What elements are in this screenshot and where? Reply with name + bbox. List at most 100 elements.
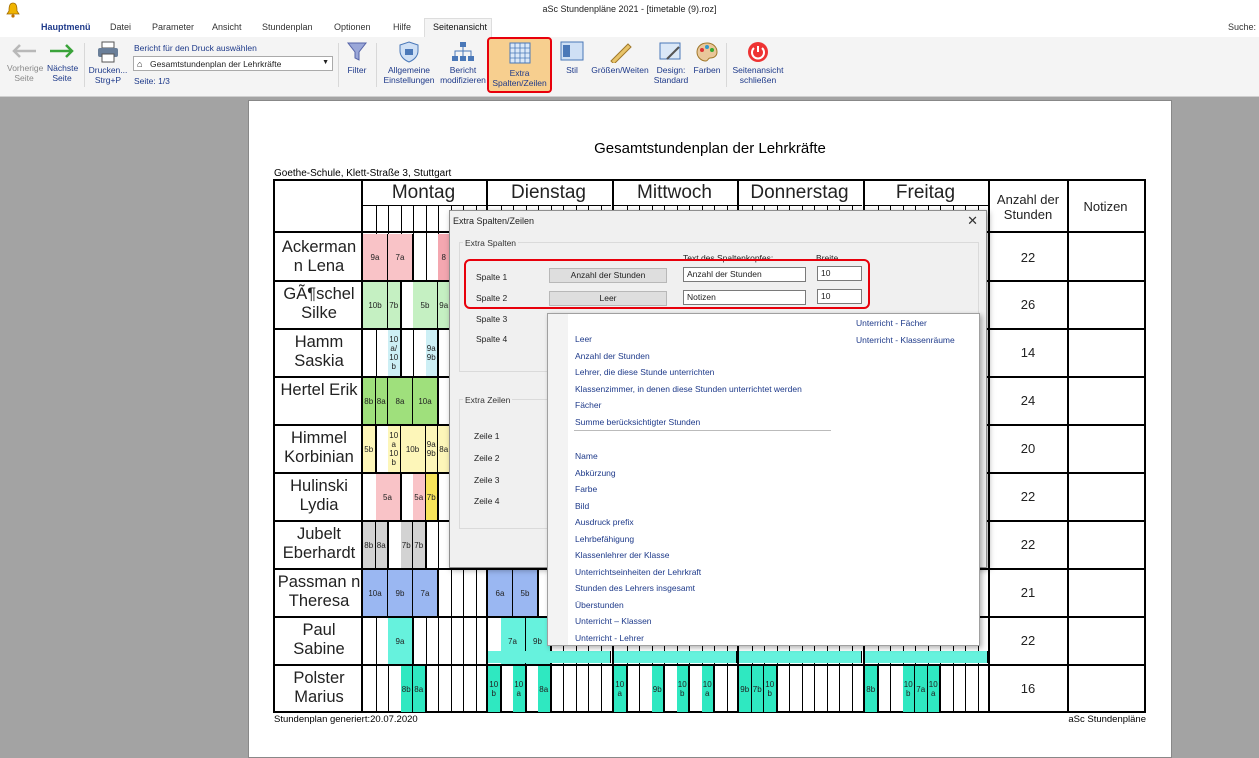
general-settings-label: Allgemeine Einstellungen <box>383 65 435 85</box>
lesson-cell: 10 a <box>614 666 627 712</box>
dropdown-item[interactable]: Name <box>575 451 598 461</box>
prev-page-button[interactable]: Vorherige Seite <box>4 43 44 83</box>
design-button[interactable]: Design: Standard <box>652 41 690 85</box>
close-icon[interactable]: ✕ <box>967 213 978 229</box>
dropdown-item[interactable]: Summe berücksichtigter Stunden <box>575 417 700 427</box>
period-header-line <box>614 205 737 206</box>
dropdown-item[interactable]: Lehrer, die diese Stunde unterrichten <box>575 367 714 377</box>
lesson-cell: 8b <box>865 666 878 712</box>
period-header-line <box>865 205 988 206</box>
dropdown-item[interactable]: Bild <box>575 501 589 511</box>
menu-hilfe[interactable]: Hilfe <box>393 22 411 32</box>
close-preview-button[interactable]: Seitenansicht schließen <box>730 41 786 85</box>
lesson-cell: 10a <box>363 570 388 616</box>
column-type-dropdown[interactable]: Leer Anzahl der Stunden Lehrer, die diese … <box>547 313 980 646</box>
lesson-cell: 9b <box>388 570 413 616</box>
printer-icon <box>98 41 118 63</box>
layout-icon <box>560 41 584 61</box>
lesson-cell: 8a <box>375 522 388 568</box>
close-preview-label: Seitenansicht schließen <box>732 65 784 85</box>
arrow-left-icon <box>12 44 36 58</box>
ribbon-separator <box>376 43 377 87</box>
dropdown-item[interactable]: Anzahl der Stunden <box>575 351 650 361</box>
row-1-label: Zeile 1 <box>474 431 500 441</box>
menu-datei[interactable]: Datei <box>110 22 131 32</box>
colors-label: Farben <box>693 65 721 75</box>
hours-count: 21 <box>1020 585 1036 600</box>
dropdown-item[interactable]: Überstunden <box>575 600 624 610</box>
style-button[interactable]: Stil <box>556 41 588 75</box>
lesson-cell: 7a <box>413 570 438 616</box>
period-divider <box>375 205 377 711</box>
sizes-button[interactable]: Größen/Weiten <box>588 41 652 75</box>
lesson-cell: 10 b <box>764 666 777 712</box>
style-label: Stil <box>566 65 578 75</box>
lesson-cell: 7b <box>751 666 764 712</box>
palette-icon <box>696 42 718 62</box>
design-label: Design: Standard <box>653 65 689 85</box>
lesson-cell: 7a <box>915 666 928 712</box>
modify-report-button[interactable]: Bericht modifizieren <box>438 41 488 85</box>
dropdown-item[interactable]: Leer <box>575 334 592 344</box>
lesson-cell: 10 a <box>513 666 526 712</box>
lesson-cell: 9b <box>651 666 664 712</box>
dropdown-item[interactable]: Fächer <box>575 400 601 410</box>
lesson-cell: 7a <box>388 234 413 280</box>
school-address: Goethe-Schule, Klett-Straße 3, Stuttgart <box>274 168 452 179</box>
dropdown-item[interactable]: Unterrichtseinheiten der Lehrkraft <box>575 567 701 577</box>
menu-seitenansicht[interactable]: Seitenansicht <box>433 22 487 32</box>
row-4-label: Zeile 4 <box>474 496 500 506</box>
menu-parameter[interactable]: Parameter <box>152 22 194 32</box>
ruler-icon <box>610 43 632 65</box>
lesson-cell: 8a <box>375 378 388 424</box>
dropdown-item[interactable]: Unterricht – Klassen <box>575 616 652 626</box>
dropdown-item[interactable]: Unterricht - Klassenräume <box>856 335 955 345</box>
dropdown-item[interactable]: Ausdruck prefix <box>575 517 634 527</box>
lesson-cell: 7b <box>413 522 426 568</box>
lesson-cell: 9a <box>363 234 388 280</box>
day-header: Mittwoch <box>637 182 712 203</box>
teacher-name: GÃ¶schel Silke <box>283 285 355 322</box>
next-page-button[interactable]: Nächste Seite <box>44 43 80 83</box>
teacher-name: Ackerman n Lena <box>281 238 357 275</box>
menu-stundenplan[interactable]: Stundenplan <box>262 22 313 32</box>
hours-count: 22 <box>1020 633 1036 648</box>
teacher-name: Passman n Theresa <box>277 573 361 610</box>
dropdown-item[interactable]: Klassenzimmer, in denen diese Stunden un… <box>575 384 802 394</box>
menu-optionen[interactable]: Optionen <box>334 22 371 32</box>
lesson-cell: 9a 9b <box>425 330 438 376</box>
col-count-header: Anzahl der Stunden <box>996 192 1060 222</box>
search-label[interactable]: Suche: <box>1228 22 1256 32</box>
general-settings-button[interactable]: Allgemeine Einstellungen <box>380 41 438 85</box>
highlight-box <box>464 259 870 309</box>
print-label: Drucken... <box>88 65 128 75</box>
hours-count: 22 <box>1020 489 1036 504</box>
menu-hauptmenu[interactable]: Hauptmenü <box>41 22 91 32</box>
dropdown-item[interactable]: Stunden des Lehrers insgesamt <box>575 583 695 593</box>
colors-button[interactable]: Farben <box>690 41 724 75</box>
lesson-band <box>739 651 862 663</box>
hours-count: 22 <box>1020 537 1036 552</box>
lesson-cell: 7b <box>400 522 413 568</box>
lesson-cell: 10b <box>400 426 426 472</box>
lesson-cell: 9a 9b <box>425 426 438 472</box>
day-header: Montag <box>391 182 456 203</box>
lesson-cell: 10 b <box>902 666 915 712</box>
row-2-label: Zeile 2 <box>474 453 500 463</box>
dropdown-item[interactable]: Farbe <box>575 484 597 494</box>
hours-count: 26 <box>1020 297 1036 312</box>
period-header-line <box>739 205 862 206</box>
lesson-cell: 10 a <box>927 666 940 712</box>
print-button[interactable]: Drucken... Strg+P <box>86 41 130 85</box>
dropdown-item[interactable]: Klassenlehrer der Klasse <box>575 550 670 560</box>
lesson-cell: 5b <box>363 426 376 472</box>
lesson-cell: 5a <box>413 474 426 520</box>
menu-ansicht[interactable]: Ansicht <box>212 22 242 32</box>
report-select[interactable]: ⌂ Gesamtstundenplan der Lehrkräfte ▼ <box>133 56 333 71</box>
dropdown-item[interactable]: Unterricht - Lehrer <box>575 633 644 643</box>
dropdown-item[interactable]: Lehrbefähigung <box>575 534 634 544</box>
dropdown-item[interactable]: Unterricht - Fächer <box>856 318 927 328</box>
filter-button[interactable]: Filter <box>342 41 372 75</box>
dropdown-item[interactable]: Abkürzung <box>575 468 616 478</box>
extra-columns-button[interactable]: Extra Spalten/Zeilen <box>487 37 552 93</box>
